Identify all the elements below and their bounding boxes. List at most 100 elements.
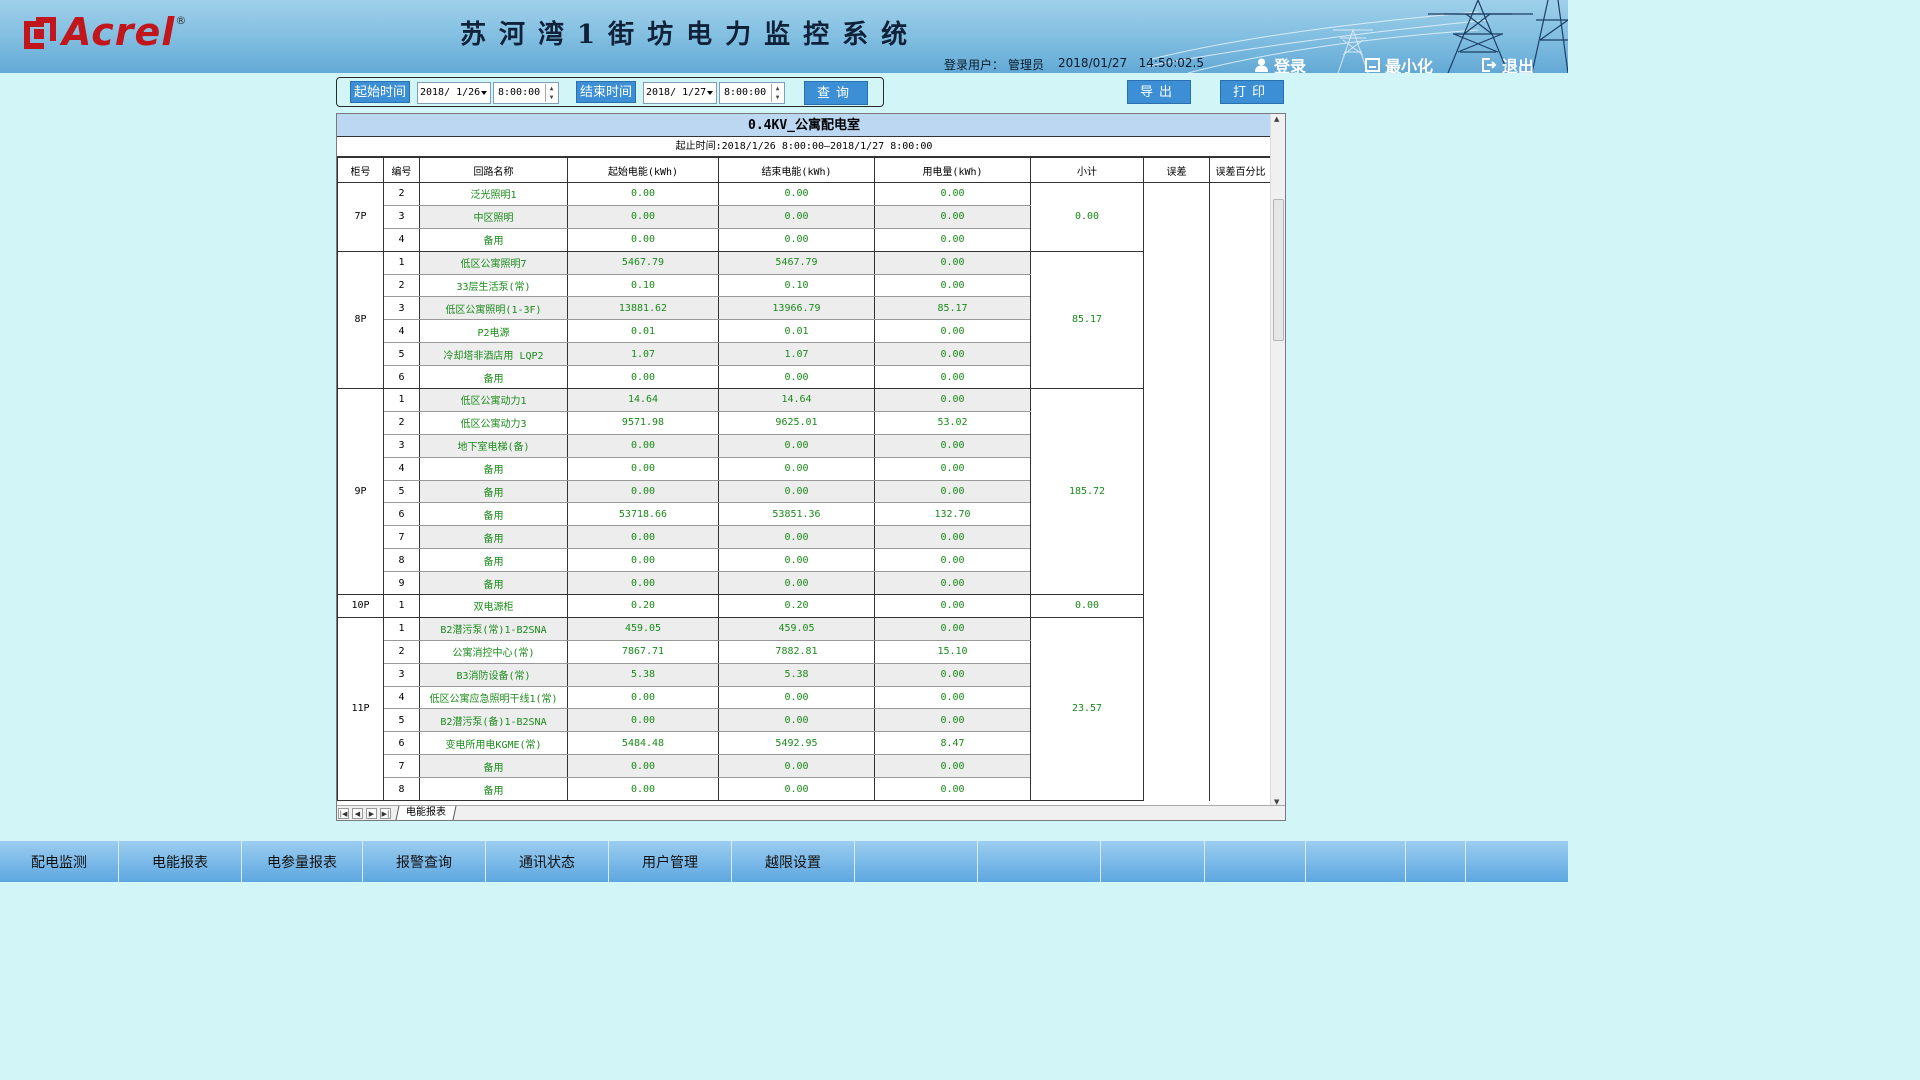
subtotal-cell: 85.17 <box>1030 251 1144 390</box>
start-energy-cell: 7867.71 <box>567 640 719 664</box>
start-time-spinner[interactable]: 8:00:00 ▲ ▼ <box>493 82 559 104</box>
end-time-value: 8:00:00 <box>724 87 767 98</box>
usage-cell: 0.00 <box>874 228 1031 252</box>
start-energy-cell: 53718.66 <box>567 502 719 527</box>
usage-cell: 0.00 <box>874 342 1031 367</box>
circuit-number-cell: 5 <box>383 480 420 504</box>
circuit-number-cell: 1 <box>383 617 420 641</box>
usage-cell: 0.00 <box>874 205 1031 229</box>
minimize-button[interactable]: 最小化 <box>1365 53 1433 73</box>
circuit-name-cell: 低区公寓照明(1-3F) <box>419 296 568 321</box>
nav-item-1[interactable]: 电能报表 <box>119 841 242 882</box>
start-time-value: 8:00:00 <box>498 87 541 98</box>
circuit-name-cell: 中区照明 <box>419 205 568 229</box>
circuit-number-cell: 2 <box>383 274 420 298</box>
nav-item-4[interactable]: 通讯状态 <box>486 841 609 882</box>
usage-cell: 132.70 <box>874 502 1031 527</box>
circuit-number-cell: 1 <box>383 251 420 275</box>
end-energy-cell: 0.00 <box>718 457 875 481</box>
print-button[interactable]: 打印 <box>1220 80 1284 104</box>
nav-item-empty[interactable] <box>1101 841 1205 882</box>
nav-item-0[interactable]: 配电监测 <box>0 841 119 882</box>
query-button[interactable]: 查询 <box>804 81 868 105</box>
user-icon <box>1255 58 1268 72</box>
nav-item-2[interactable]: 电参量报表 <box>242 841 363 882</box>
end-date-picker[interactable]: 2018/ 1/27 <box>643 82 717 104</box>
table-row: 10P 1 双电源柜 0.20 0.20 0.00 0.00 <box>337 594 1272 618</box>
table-header-row: 柜号 编号 回路名称 起始电能(kWh) 结束电能(kWh) 用电量(kWh) 小计 误差 误差… <box>337 157 1271 183</box>
start-energy-cell: 5467.79 <box>567 251 719 275</box>
end-energy-cell: 0.00 <box>718 365 875 390</box>
circuit-name-cell: 地下室电梯(备) <box>419 434 568 458</box>
end-time-spinner[interactable]: 8:00:00 ▲ ▼ <box>719 82 785 104</box>
spinner-arrows-icon[interactable]: ▲ ▼ <box>771 84 783 102</box>
first-sheet-icon[interactable]: |◀ <box>338 808 349 819</box>
circuit-number-cell: 2 <box>383 411 420 435</box>
vertical-scrollbar[interactable]: ▲ ▼ <box>1270 114 1285 807</box>
logo-registered-mark: ® <box>175 14 187 27</box>
usage-cell: 0.00 <box>874 777 1031 802</box>
user-label: 登录用户： <box>944 58 1005 72</box>
circuit-name-cell: 低区公寓动力1 <box>419 388 568 412</box>
scroll-thumb[interactable] <box>1273 199 1284 341</box>
nav-item-empty[interactable] <box>1406 841 1466 882</box>
sheet-tab-energy-report[interactable]: 电能报表 <box>395 806 457 820</box>
start-date-picker[interactable]: 2018/ 1/26 <box>417 82 491 104</box>
start-energy-cell: 0.00 <box>567 777 719 802</box>
column-header: 误差百分比 <box>1209 157 1271 183</box>
circuit-name-cell: 备用 <box>419 571 568 596</box>
start-energy-cell: 0.00 <box>567 228 719 252</box>
end-energy-cell: 0.00 <box>718 205 875 229</box>
exit-button[interactable]: 退出 <box>1482 53 1534 73</box>
usage-cell: 15.10 <box>874 640 1031 664</box>
end-energy-cell: 0.00 <box>718 571 875 596</box>
nav-item-empty[interactable] <box>1205 841 1306 882</box>
usage-cell: 0.00 <box>874 388 1031 412</box>
datetime-display: 2018/01/27 14:50:02.5 <box>1058 56 1204 70</box>
export-button[interactable]: 导出 <box>1127 80 1191 104</box>
start-energy-cell: 0.00 <box>567 525 719 550</box>
nav-item-empty[interactable] <box>978 841 1101 882</box>
sheet-tab-bar: |◀ ◀ ▶ ▶| 电能报表 <box>337 805 1285 820</box>
nav-item-empty[interactable] <box>1306 841 1406 882</box>
usage-cell: 0.00 <box>874 480 1031 504</box>
login-button[interactable]: 登录 <box>1254 53 1306 73</box>
usage-cell: 0.00 <box>874 251 1031 275</box>
column-header: 用电量(kWh) <box>874 157 1031 183</box>
circuit-number-cell: 3 <box>383 296 420 321</box>
circuit-number-cell: 1 <box>383 594 420 618</box>
report-title: 0.4KV_公寓配电室 <box>337 114 1271 137</box>
energy-report-table: 柜号 编号 回路名称 起始电能(kWh) 结束电能(kWh) 用电量(kWh) 小计 误差 误差… <box>337 157 1272 802</box>
circuit-name-cell: P2电源 <box>419 319 568 344</box>
start-energy-cell: 0.01 <box>567 319 719 344</box>
table-row: 7P 2 泛光照明1 0.00 0.00 0.00 0.00 <box>337 182 1271 801</box>
scroll-up-icon[interactable]: ▲ <box>1274 115 1279 123</box>
spinner-arrows-icon[interactable]: ▲ ▼ <box>545 84 557 102</box>
circuit-number-cell: 3 <box>383 663 420 687</box>
end-energy-cell: 0.01 <box>718 319 875 344</box>
user-name: 管理员 <box>1008 58 1045 72</box>
circuit-name-cell: 变电所用电KGME(常) <box>419 731 568 756</box>
prev-sheet-icon[interactable]: ◀ <box>352 808 363 819</box>
next-sheet-icon[interactable]: ▶ <box>366 808 377 819</box>
circuit-number-cell: 8 <box>383 548 420 573</box>
nav-item-empty[interactable] <box>855 841 978 882</box>
exit-icon <box>1482 58 1497 72</box>
start-energy-cell: 14.64 <box>567 388 719 412</box>
column-header: 小计 <box>1030 157 1144 183</box>
nav-item-3[interactable]: 报警查询 <box>363 841 486 882</box>
nav-item-6[interactable]: 越限设置 <box>732 841 855 882</box>
circuit-number-cell: 7 <box>383 754 420 779</box>
last-sheet-icon[interactable]: ▶| <box>380 808 391 819</box>
nav-item-5[interactable]: 用户管理 <box>609 841 732 882</box>
circuit-name-cell: B3消防设备(常) <box>419 663 568 687</box>
start-energy-cell: 0.00 <box>567 571 719 596</box>
subtotal-cell: 23.57 <box>1030 617 1144 802</box>
end-energy-cell: 0.00 <box>718 754 875 779</box>
end-energy-cell: 0.00 <box>718 708 875 733</box>
circuit-number-cell: 2 <box>383 640 420 664</box>
circuit-number-cell: 7 <box>383 525 420 550</box>
end-energy-cell: 0.00 <box>718 434 875 458</box>
end-energy-cell: 0.00 <box>718 777 875 802</box>
start-energy-cell: 0.00 <box>567 457 719 481</box>
